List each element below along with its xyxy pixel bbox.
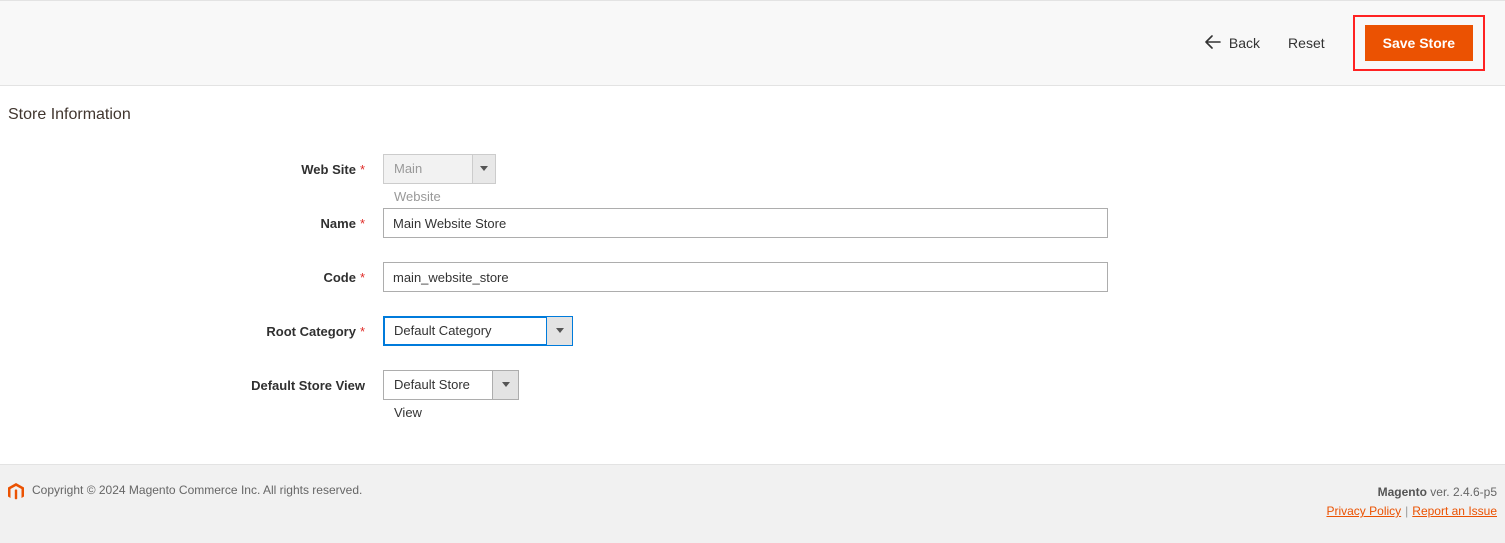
back-label: Back: [1229, 35, 1260, 51]
website-select: Main Website: [383, 154, 496, 184]
root-category-value: Default Category: [384, 317, 546, 345]
row-root-category: Root Category* Default Category: [8, 316, 1497, 346]
label-default-store-view: Default Store View: [8, 378, 383, 393]
required-marker: *: [360, 270, 365, 285]
form-content: Store Information Web Site* Main Website…: [0, 86, 1505, 464]
footer-left: Copyright © 2024 Magento Commerce Inc. A…: [8, 483, 362, 521]
row-code: Code*: [8, 262, 1497, 292]
chevron-down-icon[interactable]: [546, 317, 572, 345]
link-separator: |: [1405, 504, 1408, 518]
report-issue-link[interactable]: Report an Issue: [1412, 504, 1497, 518]
root-category-select[interactable]: Default Category: [383, 316, 573, 346]
chevron-down-icon: [472, 155, 495, 183]
website-value: Main Website: [384, 155, 472, 183]
label-website: Web Site*: [8, 162, 383, 177]
version-text: ver. 2.4.6-p5: [1427, 485, 1497, 499]
name-input[interactable]: [383, 208, 1108, 238]
page-footer: Copyright © 2024 Magento Commerce Inc. A…: [0, 464, 1505, 543]
product-name: Magento: [1378, 485, 1427, 499]
code-input[interactable]: [383, 262, 1108, 292]
privacy-policy-link[interactable]: Privacy Policy: [1326, 504, 1401, 518]
action-bar: Back Reset Save Store: [0, 0, 1505, 86]
required-marker: *: [360, 324, 365, 339]
row-default-store-view: Default Store View Default Store View: [8, 370, 1497, 400]
label-root-category: Root Category*: [8, 324, 383, 339]
row-website: Web Site* Main Website: [8, 154, 1497, 184]
copyright-text: Copyright © 2024 Magento Commerce Inc. A…: [32, 483, 362, 497]
label-name: Name*: [8, 216, 383, 231]
row-name: Name*: [8, 208, 1497, 238]
footer-right: Magento ver. 2.4.6-p5 Privacy Policy | Rep…: [1326, 483, 1497, 521]
back-button[interactable]: Back: [1205, 35, 1260, 52]
save-store-button[interactable]: Save Store: [1365, 25, 1473, 61]
default-store-view-value: Default Store View: [384, 371, 492, 399]
required-marker: *: [360, 162, 365, 177]
save-highlight: Save Store: [1353, 15, 1485, 71]
arrow-left-icon: [1205, 35, 1221, 52]
magento-logo-icon: [8, 483, 24, 501]
label-code: Code*: [8, 270, 383, 285]
section-title: Store Information: [8, 106, 1497, 124]
chevron-down-icon[interactable]: [492, 371, 518, 399]
reset-button[interactable]: Reset: [1288, 35, 1325, 51]
required-marker: *: [360, 216, 365, 231]
default-store-view-select[interactable]: Default Store View: [383, 370, 519, 400]
